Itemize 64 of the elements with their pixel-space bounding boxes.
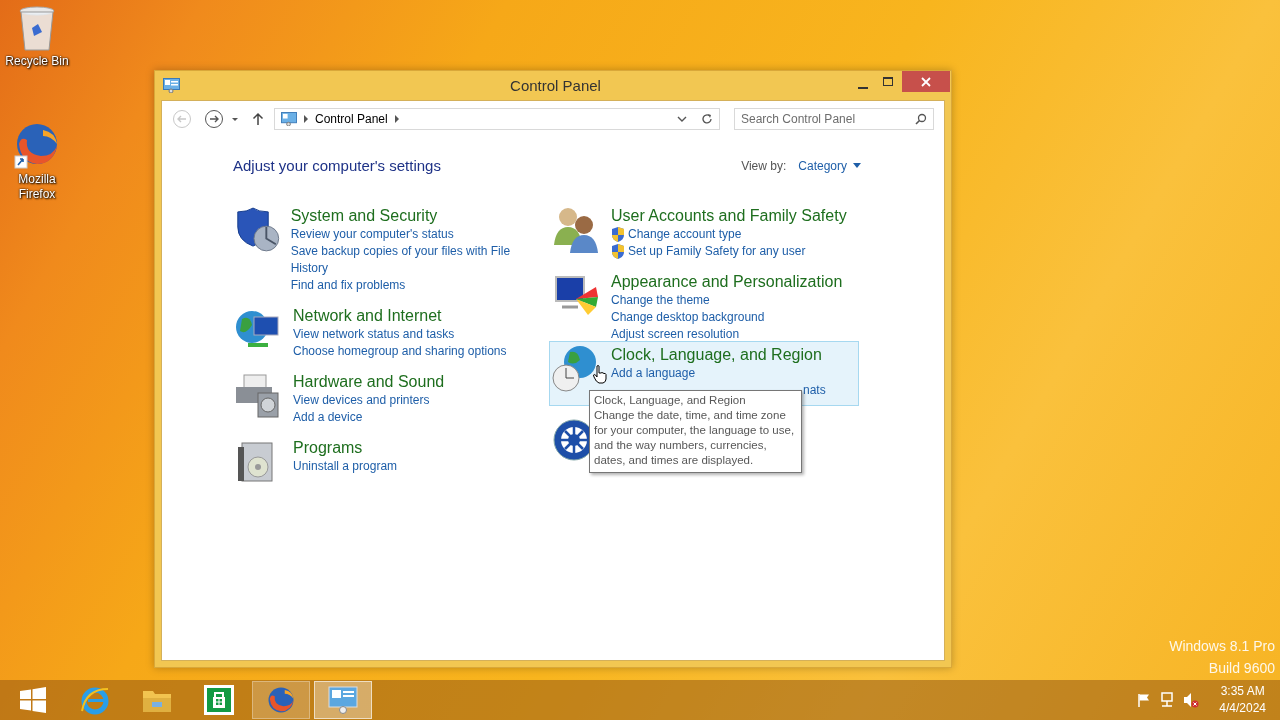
task-link[interactable]: Change desktop background bbox=[611, 309, 765, 326]
task-link[interactable]: Review your computer's status bbox=[290, 226, 454, 243]
hand-cursor-icon bbox=[593, 365, 607, 384]
recycle-bin-icon[interactable] bbox=[18, 6, 56, 52]
category-link[interactable]: Network and Internet bbox=[293, 305, 507, 326]
time-text: 3:35 AM bbox=[1220, 683, 1265, 700]
task-link[interactable]: Save backup copies of your files with File History bbox=[290, 243, 538, 277]
task-link[interactable]: Add a language bbox=[611, 365, 696, 382]
speaker-muted-icon[interactable] bbox=[1183, 692, 1200, 708]
firefox-icon[interactable] bbox=[266, 685, 296, 715]
category-link[interactable]: Clock, Language, and Region bbox=[611, 344, 826, 365]
task-link[interactable]: Change the theme bbox=[611, 292, 710, 309]
caret-icon bbox=[853, 163, 861, 168]
task-link[interactable]: nats bbox=[803, 382, 826, 399]
flag-icon[interactable] bbox=[1137, 693, 1152, 707]
os-version-text: Build 9600 bbox=[1208, 660, 1275, 676]
task-link[interactable]: View network status and tasks bbox=[293, 326, 455, 343]
network-icon[interactable] bbox=[1159, 692, 1176, 708]
task-link[interactable]: Choose homegroup and sharing options bbox=[293, 343, 507, 360]
close-button[interactable] bbox=[902, 71, 950, 92]
up-arrow-icon[interactable] bbox=[252, 112, 264, 126]
task-link[interactable]: Find and fix problems bbox=[290, 277, 406, 294]
printer-icon bbox=[234, 371, 282, 419]
control-panel-icon bbox=[163, 78, 180, 93]
shield-icon bbox=[234, 205, 280, 253]
window-title: Control Panel bbox=[510, 77, 602, 94]
category-link[interactable]: System and Security bbox=[290, 205, 538, 226]
shield-icon bbox=[611, 244, 625, 259]
category-link[interactable]: Programs bbox=[293, 437, 398, 458]
maximize-icon bbox=[883, 76, 893, 87]
minimize-icon bbox=[858, 86, 868, 89]
tooltip-text: Change the date, time, and time zone for your computer, the language to use, and the way numbers, currencies, dates, and times are displayed. bbox=[594, 408, 796, 468]
task-link[interactable]: Add a device bbox=[293, 409, 363, 426]
search-icon bbox=[915, 113, 927, 125]
task-link[interactable]: View devices and printers bbox=[293, 392, 430, 409]
users-icon bbox=[552, 205, 600, 253]
chevron-right-icon bbox=[303, 115, 309, 123]
close-icon bbox=[921, 76, 931, 87]
os-version-text: Windows 8.1 Pro bbox=[1169, 638, 1275, 654]
category-link[interactable]: Hardware and Sound bbox=[293, 371, 445, 392]
address-bar[interactable]: Control Panel bbox=[274, 108, 720, 130]
control-panel-icon bbox=[281, 112, 297, 126]
chevron-right-icon bbox=[393, 115, 400, 123]
date-text: 4/4/2024 bbox=[1219, 700, 1266, 717]
chevron-down-icon[interactable] bbox=[677, 115, 687, 123]
category-link[interactable]: User Accounts and Family Safety bbox=[611, 205, 847, 226]
tooltip-title: Clock, Language, and Region bbox=[594, 393, 747, 408]
windows-logo-icon[interactable] bbox=[20, 687, 46, 713]
store-bag-icon[interactable] bbox=[204, 685, 234, 715]
control-panel-icon[interactable] bbox=[328, 686, 358, 714]
refresh-icon[interactable] bbox=[701, 113, 713, 125]
task-link[interactable]: Adjust screen resolution bbox=[611, 326, 740, 343]
browser-e-icon[interactable] bbox=[80, 685, 110, 715]
breadcrumb-item[interactable]: Control Panel bbox=[315, 112, 388, 126]
page-heading: Adjust your computer's settings bbox=[233, 157, 441, 174]
category-link[interactable]: Appearance and Personalization bbox=[611, 271, 843, 292]
shield-icon bbox=[611, 227, 625, 242]
task-link[interactable]: Set up Family Safety for any user bbox=[628, 243, 806, 260]
search-field[interactable]: Search Control Panel bbox=[734, 108, 934, 130]
view-by-label: View by: bbox=[741, 158, 787, 173]
forward-button[interactable] bbox=[204, 109, 224, 129]
task-link[interactable]: Uninstall a program bbox=[293, 458, 398, 475]
task-link[interactable]: Change account type bbox=[628, 226, 742, 243]
view-by-dropdown[interactable]: Category bbox=[798, 158, 861, 173]
